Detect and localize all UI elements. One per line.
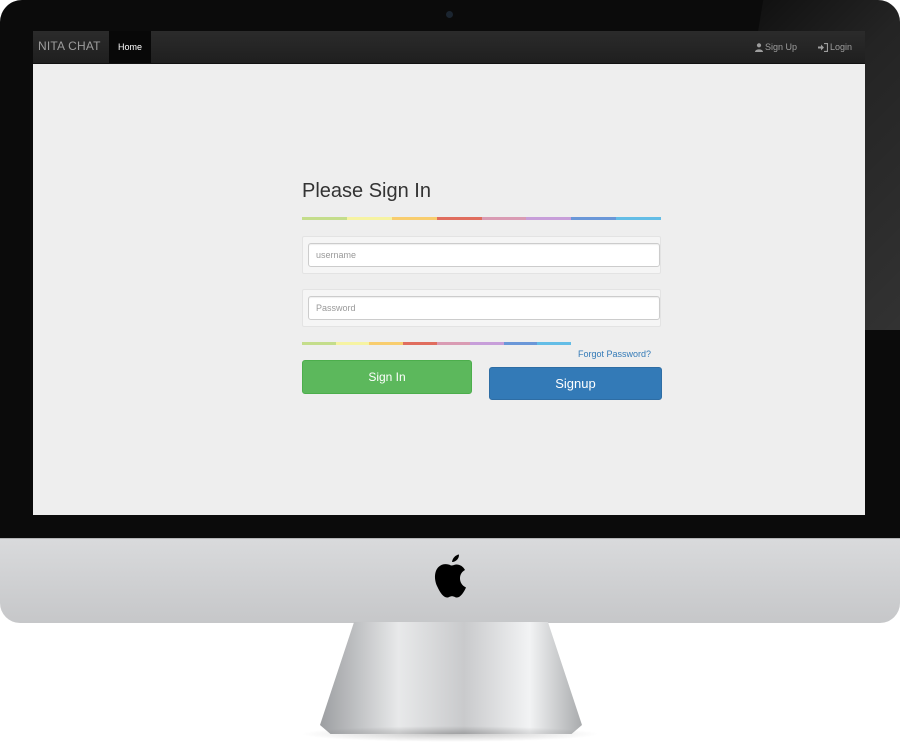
rainbow-segment xyxy=(346,217,392,220)
rainbow-segment xyxy=(391,217,437,220)
rainbow-segment xyxy=(335,342,370,345)
password-field-wrapper xyxy=(302,289,661,327)
camera xyxy=(446,11,453,18)
rainbow-divider-bottom xyxy=(302,342,571,345)
rainbow-segment xyxy=(470,342,504,345)
rainbow-segment xyxy=(302,217,347,220)
username-input[interactable] xyxy=(308,243,660,267)
user-icon xyxy=(755,42,763,52)
rainbow-segment xyxy=(571,217,617,220)
rainbow-segment xyxy=(503,342,538,345)
rainbow-segment xyxy=(537,342,571,345)
username-field-wrapper xyxy=(302,236,661,274)
nav-home[interactable]: Home xyxy=(109,31,151,63)
rainbow-segment xyxy=(526,217,572,220)
login-icon xyxy=(818,42,828,52)
nav-signup[interactable]: Sign Up xyxy=(755,31,797,63)
nav-login-label: Login xyxy=(830,42,853,52)
forgot-password-link[interactable]: Forgot Password? xyxy=(578,349,651,359)
rainbow-segment xyxy=(436,217,482,220)
page-title: Please Sign In xyxy=(302,180,431,202)
rainbow-segment xyxy=(616,217,661,220)
navbar: NITA CHAT Home Sign Up Login xyxy=(33,31,865,64)
rainbow-segment xyxy=(402,342,437,345)
rainbow-segment xyxy=(369,342,403,345)
apple-logo xyxy=(434,554,466,598)
monitor-stand xyxy=(320,622,582,734)
stand-shadow xyxy=(300,726,600,742)
rainbow-segment xyxy=(481,217,527,220)
nav-login[interactable]: Login xyxy=(818,31,852,63)
rainbow-segment xyxy=(302,342,336,345)
signup-button[interactable]: Signup xyxy=(489,367,662,400)
brand-link[interactable]: NITA CHAT xyxy=(38,39,101,53)
nav-signup-label: Sign Up xyxy=(765,42,798,52)
password-input[interactable] xyxy=(308,296,660,320)
rainbow-divider-top xyxy=(302,217,661,220)
screen: NITA CHAT Home Sign Up Login Please Sign… xyxy=(33,31,865,515)
sign-in-button[interactable]: Sign In xyxy=(302,360,472,394)
rainbow-segment xyxy=(436,342,471,345)
